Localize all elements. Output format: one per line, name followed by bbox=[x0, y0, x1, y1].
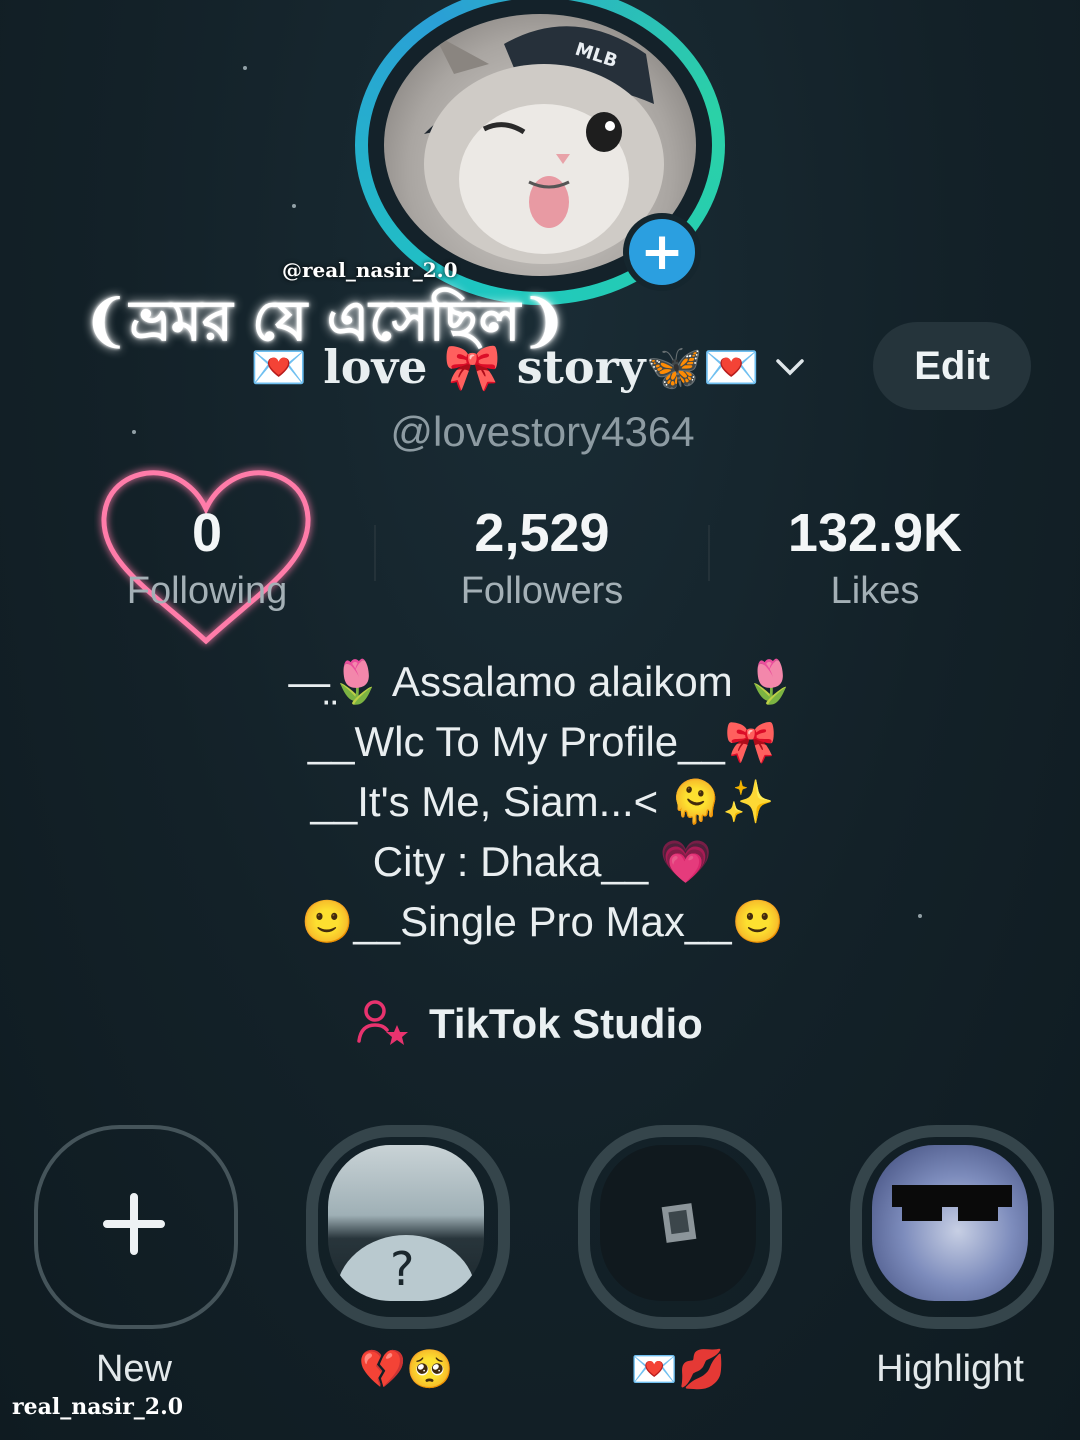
highlight-label: 💌💋 bbox=[630, 1349, 726, 1391]
following-stat[interactable]: 0 Following bbox=[57, 500, 357, 616]
edit-profile-button[interactable]: Edit bbox=[873, 322, 1031, 410]
creator-star-icon bbox=[355, 997, 411, 1051]
highlight-broken-heart[interactable]: ? bbox=[306, 1125, 510, 1329]
following-label: Following bbox=[126, 570, 288, 612]
highlight-sunglasses[interactable] bbox=[850, 1125, 1054, 1329]
studio-label: TikTok Studio bbox=[429, 1000, 703, 1047]
highlight-label: Highlight bbox=[876, 1348, 1024, 1390]
svg-text:?: ? bbox=[390, 1242, 414, 1296]
likes-stat[interactable]: 132.9K Likes bbox=[725, 500, 1025, 616]
highlight-label: New bbox=[95, 1348, 173, 1390]
display-name-row[interactable]: 💌 love 🎀 story🦋💌 bbox=[250, 332, 810, 402]
highlight-thumbnail: ? bbox=[328, 1145, 484, 1301]
bio-line: __Wlc To My Profile__🎀 bbox=[307, 718, 778, 765]
likes-count: 132.9K bbox=[787, 503, 963, 563]
watermark-bottom: real_nasir_2.0 bbox=[12, 1394, 184, 1420]
bio-line: 🙂__Single Pro Max__🙂 bbox=[301, 898, 784, 945]
followers-label: Followers bbox=[460, 570, 624, 612]
highlight-thumbnail bbox=[872, 1145, 1028, 1301]
chevron-down-icon[interactable] bbox=[770, 347, 810, 387]
profile-screen: MLB + @real_nasir_2.0 ❨ভ্রমর যে এসেছিল❩ … bbox=[0, 0, 1080, 1440]
following-count: 0 bbox=[191, 503, 223, 563]
highlight-label: 💔🥺 bbox=[358, 1349, 454, 1391]
sparkle-dot bbox=[243, 66, 247, 70]
stat-divider bbox=[708, 525, 710, 581]
plus-icon: + bbox=[640, 222, 684, 282]
display-name: 💌 love 🎀 story🦋💌 bbox=[250, 339, 761, 394]
bio-line: __It's Me, Siam...< 🫠✨ bbox=[310, 778, 775, 825]
followers-count: 2,529 bbox=[474, 503, 610, 563]
likes-label: Likes bbox=[830, 570, 920, 612]
highlight-thumbnail bbox=[600, 1145, 756, 1301]
add-story-button[interactable]: + bbox=[623, 213, 701, 291]
sparkle-dot bbox=[292, 204, 296, 208]
highlight-new[interactable] bbox=[34, 1125, 238, 1329]
profile-bio: —̤̤🌷 Assalamo alaikom 🌷 __Wlc To My Prof… bbox=[0, 652, 1080, 952]
bio-line: —̤̤🌷 Assalamo alaikom 🌷 bbox=[288, 658, 797, 705]
tiktok-studio-link[interactable]: TikTok Studio bbox=[355, 992, 703, 1056]
followers-stat[interactable]: 2,529 Followers bbox=[392, 500, 692, 616]
bio-line: City : Dhaka__ 💗 bbox=[372, 838, 713, 885]
username-handle: @lovestory4364 bbox=[390, 408, 695, 455]
highlight-love-letter[interactable] bbox=[578, 1125, 782, 1329]
stat-divider bbox=[374, 525, 376, 581]
plus-icon bbox=[103, 1193, 165, 1255]
